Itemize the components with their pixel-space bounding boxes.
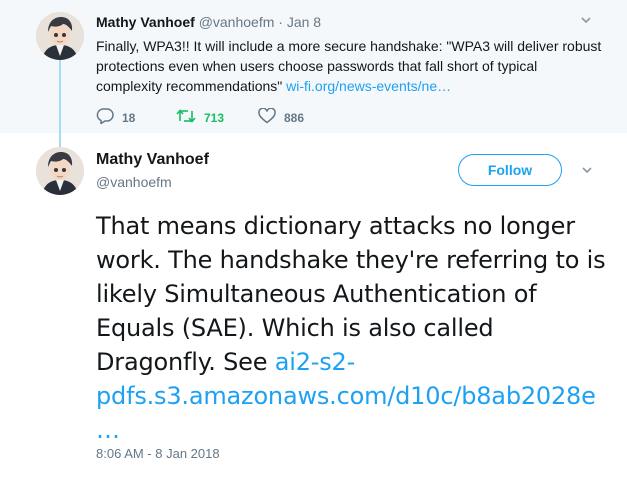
heart-icon (258, 107, 284, 127)
author-handle[interactable]: @vanhoefm (96, 173, 172, 191)
reply-count: 18 (122, 110, 136, 125)
like-count: 886 (284, 110, 305, 125)
parent-tweet-text: Finally, WPA3!! It will include a more s… (96, 36, 606, 96)
tweet-time[interactable]: Jan 8 (287, 14, 321, 30)
retweet-button[interactable]: 713 (176, 108, 224, 127)
reply-icon (96, 108, 122, 127)
thread-connector (59, 133, 61, 147)
parent-tweet[interactable]: Mathy Vanhoef @vanhoefm · Jan 8 Finally,… (0, 0, 627, 133)
retweet-icon (176, 108, 204, 127)
chevron-down-icon[interactable] (581, 163, 593, 179)
follow-button[interactable]: Follow (458, 154, 562, 186)
like-button[interactable]: 886 (258, 107, 305, 127)
author-name[interactable]: Mathy Vanhoef (96, 150, 209, 170)
tweet-timestamp[interactable]: 8:06 AM - 8 Jan 2018 (96, 446, 220, 461)
parent-tweet-header: Mathy Vanhoef @vanhoefm · Jan 8 (96, 13, 321, 31)
chevron-down-icon[interactable] (580, 13, 592, 29)
avatar[interactable] (36, 147, 84, 195)
main-tweet-text: That means dictionary attacks no longer … (96, 209, 606, 447)
author-handle[interactable]: @vanhoefm (199, 14, 275, 30)
avatar[interactable] (36, 12, 84, 60)
tweet-link[interactable]: wi-fi.org/news-events/ne… (286, 78, 451, 94)
reply-button[interactable]: 18 (96, 108, 135, 127)
separator-dot: · (278, 14, 283, 30)
thread-connector (59, 60, 61, 133)
retweet-count: 713 (204, 110, 225, 125)
author-name[interactable]: Mathy Vanhoef (96, 14, 195, 30)
